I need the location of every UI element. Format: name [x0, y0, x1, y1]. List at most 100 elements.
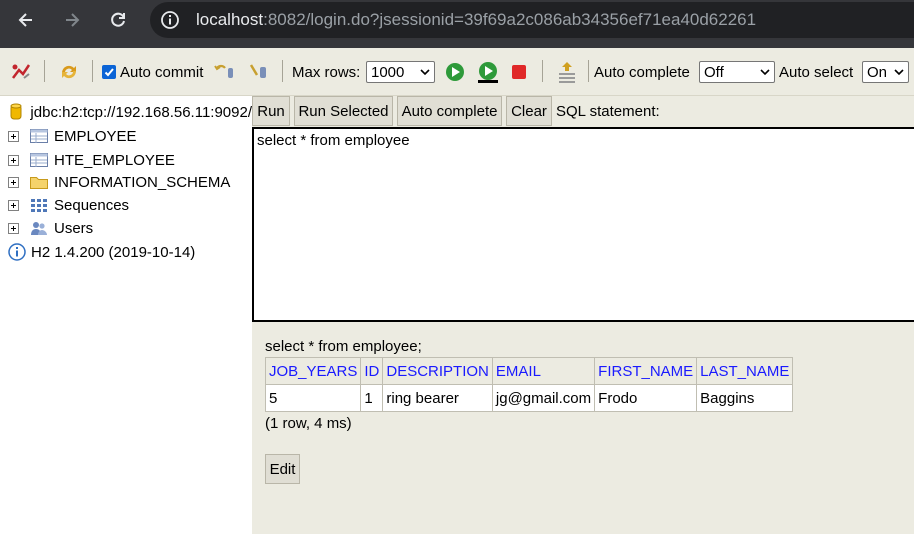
reload-icon: [111, 12, 125, 27]
run-selected-icon: [478, 62, 498, 83]
version-node: H2 1.4.200 (2019-10-14): [8, 241, 195, 263]
history-button[interactable]: [556, 60, 578, 84]
disconnect-button[interactable]: [10, 60, 32, 84]
chevron-down-icon: [760, 68, 770, 75]
table-row: 5 1 ring bearer jg@gmail.com Frodo Baggi…: [264, 384, 794, 412]
run-selected-button[interactable]: Run Selected: [294, 96, 393, 126]
column-header[interactable]: JOB_YEARS: [264, 357, 362, 385]
disconnect-icon: [12, 64, 31, 79]
column-header[interactable]: ID: [360, 357, 384, 385]
tree-item-users[interactable]: Users: [8, 217, 93, 239]
auto-complete-button[interactable]: Auto complete: [397, 96, 502, 126]
reload-button[interactable]: [104, 6, 132, 34]
result-query-text: select * from employee;: [265, 338, 422, 355]
history-icon: [559, 62, 575, 83]
tree-item-information-schema[interactable]: INFORMATION_SCHEMA: [8, 171, 230, 193]
forward-arrow-icon: [66, 13, 80, 27]
table-cell: 5: [264, 384, 362, 412]
auto-select-value: On: [867, 63, 888, 81]
rollback-button[interactable]: [214, 60, 238, 84]
column-header[interactable]: LAST_NAME: [696, 357, 794, 385]
refresh-button[interactable]: [58, 60, 80, 84]
back-button[interactable]: [12, 6, 40, 34]
run-toolbar-button[interactable]: [444, 60, 466, 84]
sql-statement-label: SQL statement:: [556, 103, 660, 120]
column-header[interactable]: EMAIL: [491, 357, 596, 385]
chevron-down-icon: [894, 68, 904, 75]
max-rows-value: 1000: [371, 63, 405, 81]
auto-commit-label: Auto commit: [120, 63, 204, 81]
table-cell: ring bearer: [382, 384, 493, 412]
auto-complete-select-wrap: Off: [699, 60, 775, 84]
auto-commit-checkbox[interactable]: [102, 65, 116, 79]
forward-button[interactable]: [58, 6, 86, 34]
query-pane: Run Run Selected Auto complete Clear SQL…: [252, 96, 914, 534]
cancel-toolbar-button[interactable]: [510, 60, 528, 84]
table-icon: [30, 152, 48, 168]
tree-item-hte-employee[interactable]: HTE_EMPLOYEE: [8, 149, 175, 171]
result-header-row: JOB_YEARS ID DESCRIPTION EMAIL FIRST_NAM…: [264, 357, 794, 385]
connection-node[interactable]: jdbc:h2:tcp://192.168.56.11:9092/: [10, 101, 252, 123]
auto-commit-toggle[interactable]: Auto commit: [102, 60, 203, 84]
expand-icon[interactable]: [8, 222, 19, 234]
run-button[interactable]: Run: [252, 96, 290, 126]
column-header[interactable]: DESCRIPTION: [382, 357, 493, 385]
tree-item-label: Users: [54, 219, 94, 237]
refresh-icon: [61, 65, 77, 79]
max-rows-control: Max rows:: [292, 60, 360, 84]
expand-icon[interactable]: [8, 154, 19, 166]
table-cell: 1: [360, 384, 384, 412]
tree-item-label: EMPLOYEE: [54, 127, 137, 145]
tree-item-sequences[interactable]: Sequences: [8, 194, 129, 216]
tree-item-label: Sequences: [54, 196, 130, 214]
auto-complete-value: Off: [704, 63, 724, 81]
expand-icon[interactable]: [8, 176, 19, 188]
site-info-icon[interactable]: [160, 10, 180, 30]
auto-select-select[interactable]: On: [862, 61, 909, 83]
rollback-icon: [214, 64, 233, 78]
max-rows-label: Max rows:: [292, 63, 361, 81]
sequences-icon: [30, 197, 48, 213]
expand-icon[interactable]: [8, 130, 19, 142]
auto-select-select-wrap: On: [862, 60, 909, 84]
auto-complete-label: Auto complete: [594, 63, 690, 81]
schema-tree: jdbc:h2:tcp://192.168.56.11:9092/ EMPLOY…: [0, 96, 252, 534]
column-header[interactable]: FIRST_NAME: [594, 357, 698, 385]
tree-item-label: INFORMATION_SCHEMA: [54, 173, 231, 191]
table-cell: Baggins: [696, 384, 794, 412]
table-cell: jg@gmail.com: [491, 384, 596, 412]
clear-button[interactable]: Clear: [506, 96, 552, 126]
url-text: localhost:8082/login.do?jsessionid=39f69…: [196, 10, 756, 30]
auto-complete-control: Auto complete: [594, 60, 690, 84]
tree-item-employee[interactable]: EMPLOYEE: [8, 125, 137, 147]
info-icon: [8, 243, 26, 261]
tree-item-label: HTE_EMPLOYEE: [54, 151, 175, 169]
result-summary: (1 row, 4 ms): [265, 415, 352, 432]
result-table: JOB_YEARS ID DESCRIPTION EMAIL FIRST_NAM…: [264, 357, 794, 412]
sql-editor[interactable]: select * from employee: [252, 127, 914, 322]
max-rows-select[interactable]: 1000: [366, 61, 435, 83]
play-icon: [446, 63, 464, 81]
url-path: :8082/login.do?jsessionid=39f69a2c086ab3…: [263, 10, 757, 29]
stop-icon: [512, 65, 526, 79]
auto-select-label: Auto select: [779, 63, 854, 81]
edit-button[interactable]: Edit: [265, 454, 300, 484]
checkmark-icon: [104, 67, 114, 76]
auto-select-control: Auto select: [779, 60, 853, 84]
connection-url: jdbc:h2:tcp://192.168.56.11:9092/: [30, 103, 252, 121]
h2-version: H2 1.4.200 (2019-10-14): [31, 243, 196, 261]
url-host: localhost: [196, 10, 264, 29]
max-rows-select-wrap: 1000: [366, 60, 435, 84]
folder-icon: [30, 174, 48, 190]
commit-icon: [249, 64, 266, 78]
run-selected-toolbar-button[interactable]: [476, 60, 500, 84]
auto-complete-select[interactable]: Off: [699, 61, 775, 83]
h2-toolbar: Auto commit Max rows: 1000 Auto complete…: [0, 48, 914, 96]
commit-button[interactable]: [248, 60, 272, 84]
table-icon: [30, 128, 48, 144]
table-cell: Frodo: [594, 384, 698, 412]
chevron-down-icon: [420, 68, 430, 75]
address-bar[interactable]: localhost:8082/login.do?jsessionid=39f69…: [150, 2, 914, 38]
users-icon: [30, 220, 48, 236]
expand-icon[interactable]: [8, 199, 19, 211]
